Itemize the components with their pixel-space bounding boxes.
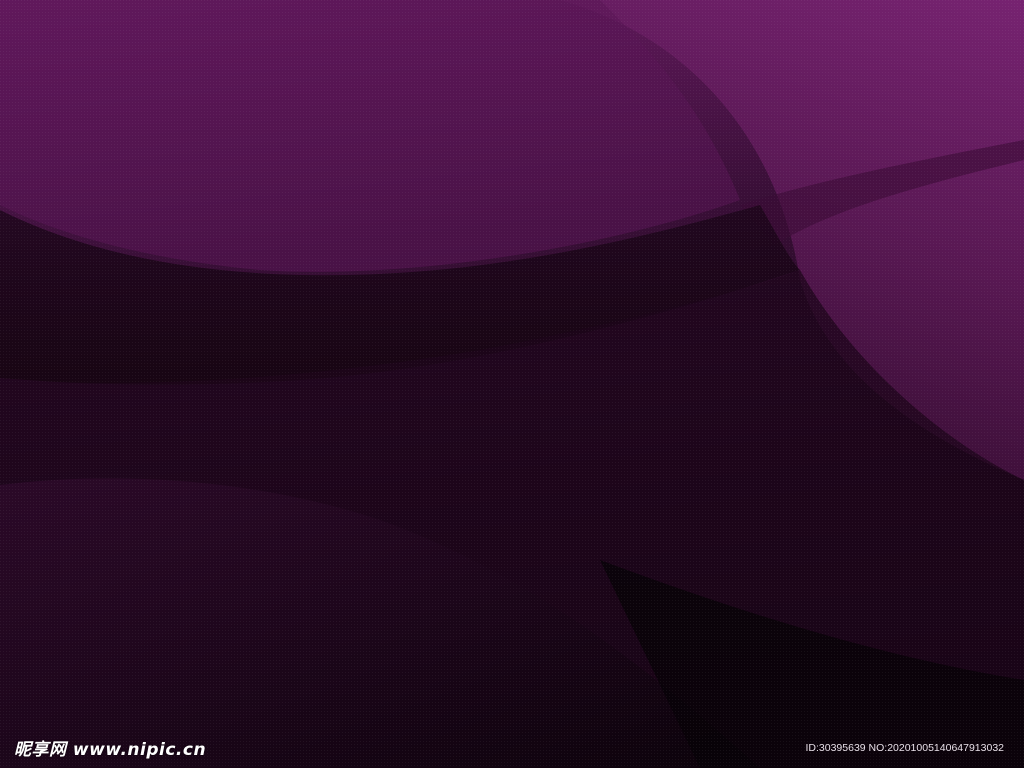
wallpaper-canvas: 昵享网 www.nipic.cn ID:30395639 NO:20201005… — [0, 0, 1024, 768]
watermark-id: ID:30395639 NO:20201005140647913032 — [805, 742, 1004, 754]
watermark-logo: 昵享网 www.nipic.cn — [14, 740, 207, 760]
abstract-wave-background — [0, 0, 1024, 768]
dot-texture-overlay — [0, 0, 1024, 768]
